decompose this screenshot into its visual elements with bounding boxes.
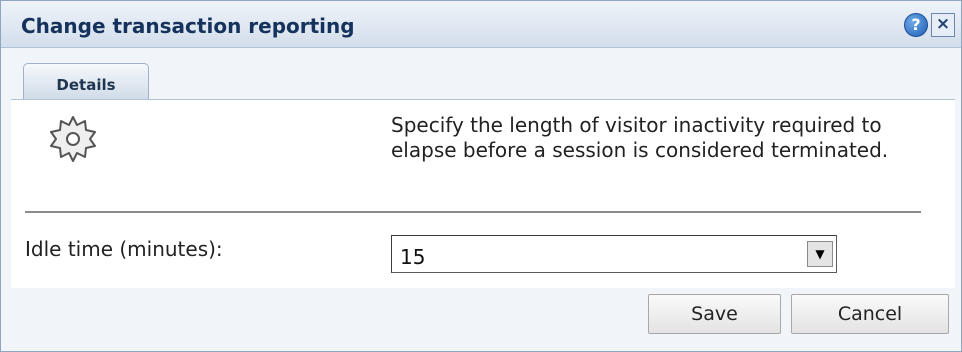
gear-icon [50,116,96,162]
description-text: Specify the length of visitor inactivity… [391,113,889,162]
save-button[interactable]: Save [648,294,781,334]
idle-time-label: Idle time (minutes): [25,237,223,261]
dialog-titlebar: Change transaction reporting ? × [1,1,961,48]
help-icon[interactable]: ? [904,13,928,37]
idle-time-value: 15 [400,245,426,269]
tab-details-label: Details [56,76,116,94]
dialog-title: Change transaction reporting [21,14,355,38]
tab-details[interactable]: Details [23,63,149,100]
change-transaction-reporting-dialog: Change transaction reporting ? × Details… [0,0,962,352]
idle-time-select[interactable]: 15 ▼ [391,235,837,273]
divider [25,211,921,213]
close-icon[interactable]: × [931,13,955,37]
cancel-button[interactable]: Cancel [791,294,949,334]
chevron-down-icon[interactable]: ▼ [807,241,833,267]
